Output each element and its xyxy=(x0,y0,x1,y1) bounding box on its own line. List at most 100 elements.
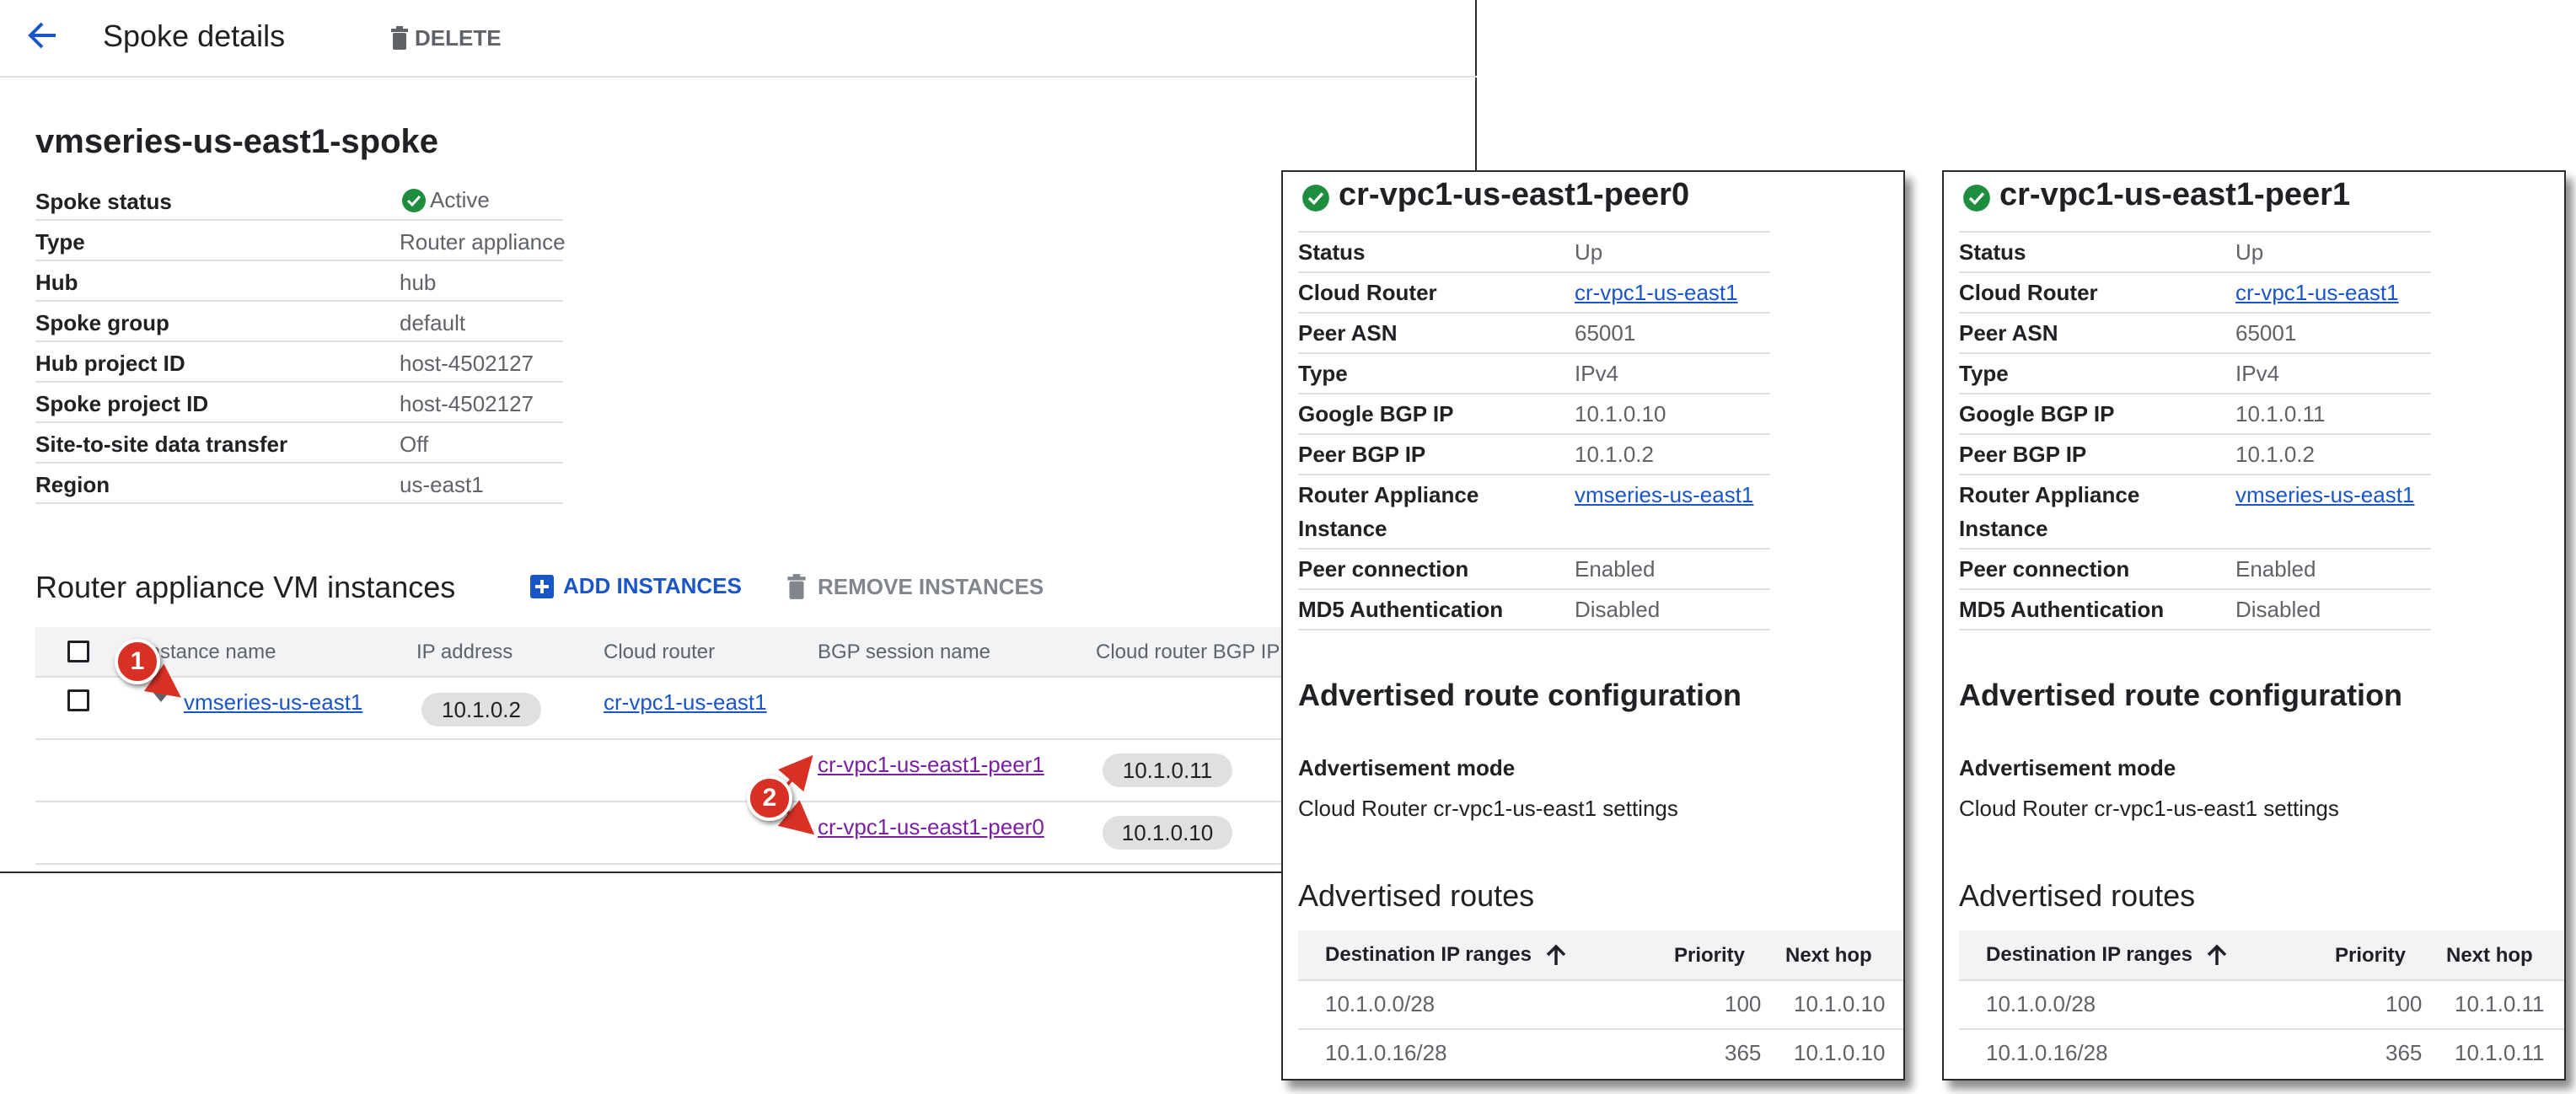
detail-value: Disabled xyxy=(2235,597,2321,622)
callout-badge-1: 1 xyxy=(115,639,160,684)
detail-label: MD5 Authentication xyxy=(1298,597,1504,622)
detail-label: Status xyxy=(1298,239,1366,265)
route-priority: 365 xyxy=(1725,1040,1762,1065)
check-circle-icon xyxy=(1302,185,1329,212)
route-range: 10.1.0.0/28 xyxy=(1325,991,1436,1016)
detail-value: 10.1.0.11 xyxy=(2235,401,2326,426)
detail-value: IPv4 xyxy=(1575,361,1619,386)
detail-value: 10.1.0.2 xyxy=(1575,442,1654,467)
detail-value: 65001 xyxy=(2235,320,2297,346)
callout-badge-2: 2 xyxy=(747,775,792,821)
peer-panel-peer0: cr-vpc1-us-east1-peer0 Status Up Cloud R… xyxy=(1281,170,1905,1081)
row-divider xyxy=(1298,352,1770,354)
spoke-details-panel: Spoke details DELETE vmseries-us-east1-s… xyxy=(0,0,1477,873)
row-divider xyxy=(1298,271,1770,273)
column-header[interactable]: Next hop xyxy=(1785,944,1872,968)
detail-value: Disabled xyxy=(1575,597,1661,622)
detail-value: IPv4 xyxy=(2235,361,2280,386)
row-divider xyxy=(1959,231,2431,233)
detail-label: Peer BGP IP xyxy=(1959,442,2087,467)
route-priority: 100 xyxy=(1725,991,1762,1016)
row-divider xyxy=(1959,588,2431,590)
detail-label: Type xyxy=(1959,361,2009,386)
check-circle-icon xyxy=(1963,185,1990,212)
route-next-hop: 10.1.0.11 xyxy=(2455,991,2545,1016)
row-divider xyxy=(1298,231,1770,233)
row-divider xyxy=(1959,393,2431,394)
row-divider xyxy=(1298,1028,1903,1030)
detail-label-line2: Instance xyxy=(1298,516,1387,541)
row-divider xyxy=(1959,433,2431,435)
row-divider xyxy=(1959,979,2564,981)
row-divider xyxy=(1959,474,2431,475)
detail-label: Peer connection xyxy=(1959,556,2130,582)
peer-title: cr-vpc1-us-east1-peer0 xyxy=(1339,177,1690,212)
advertised-routes-title: Advertised routes xyxy=(1959,878,2196,913)
advertised-routes-title: Advertised routes xyxy=(1298,878,1535,913)
sort-arrow-up-icon xyxy=(2207,944,2227,965)
advertisement-mode-label: Advertisement mode xyxy=(1298,755,1516,780)
column-header[interactable]: Priority xyxy=(2335,944,2406,968)
column-header-sortable[interactable]: Destination IP ranges xyxy=(1986,942,2230,968)
row-divider xyxy=(1298,393,1770,394)
router-appliance-link[interactable]: vmseries-us-east1 xyxy=(2235,482,2414,508)
route-next-hop: 10.1.0.11 xyxy=(2455,1040,2545,1065)
advertised-config-title: Advertised route configuration xyxy=(1959,678,2403,712)
route-priority: 100 xyxy=(2385,991,2423,1016)
row-divider xyxy=(1298,474,1770,475)
detail-value: Enabled xyxy=(2235,556,2316,582)
row-divider xyxy=(1959,548,2431,550)
row-divider xyxy=(1959,352,2431,354)
route-range: 10.1.0.16/28 xyxy=(1325,1040,1447,1065)
detail-label-line2: Instance xyxy=(1959,516,2048,541)
detail-label: Cloud Router xyxy=(1959,280,2098,305)
route-next-hop: 10.1.0.10 xyxy=(1794,991,1886,1016)
peer-title: cr-vpc1-us-east1-peer1 xyxy=(1999,177,2351,212)
column-header[interactable]: Priority xyxy=(1674,944,1745,968)
row-divider xyxy=(1298,433,1770,435)
detail-label: Peer ASN xyxy=(1959,320,2058,346)
column-header-sortable[interactable]: Destination IP ranges xyxy=(1325,942,1569,968)
detail-label: Status xyxy=(1959,239,2026,265)
cloud-router-link[interactable]: cr-vpc1-us-east1 xyxy=(1575,280,1738,306)
route-range: 10.1.0.16/28 xyxy=(1986,1040,2108,1065)
row-divider xyxy=(1298,588,1770,590)
row-divider xyxy=(1959,271,2431,273)
advertisement-mode-label: Advertisement mode xyxy=(1959,755,2176,780)
row-divider xyxy=(1298,548,1770,550)
row-divider xyxy=(1298,979,1903,981)
detail-label: Peer connection xyxy=(1298,556,1469,582)
route-next-hop: 10.1.0.10 xyxy=(1794,1040,1886,1065)
callout-arrows xyxy=(143,663,815,835)
cloud-router-link[interactable]: cr-vpc1-us-east1 xyxy=(2235,280,2399,306)
detail-value: Up xyxy=(2235,239,2264,265)
route-priority: 365 xyxy=(2385,1040,2423,1065)
peer-panel-peer1: cr-vpc1-us-east1-peer1 Status Up Cloud R… xyxy=(1942,170,2566,1081)
row-divider xyxy=(1298,629,1770,630)
detail-label: MD5 Authentication xyxy=(1959,597,2165,622)
column-header[interactable]: Next hop xyxy=(2446,944,2533,968)
detail-label: Cloud Router xyxy=(1298,280,1437,305)
row-divider xyxy=(1959,312,2431,314)
route-range: 10.1.0.0/28 xyxy=(1986,991,2096,1016)
detail-value: 65001 xyxy=(1575,320,1636,346)
row-divider xyxy=(1298,312,1770,314)
router-appliance-link[interactable]: vmseries-us-east1 xyxy=(1575,482,1753,508)
advertised-config-title: Advertised route configuration xyxy=(1298,678,1742,712)
detail-label: Router Appliance xyxy=(1298,482,1479,507)
detail-value: 10.1.0.10 xyxy=(1575,401,1666,426)
advertisement-mode-value: Cloud Router cr-vpc1-us-east1 settings xyxy=(1959,796,2339,821)
detail-value: Enabled xyxy=(1575,556,1656,582)
detail-label: Google BGP IP xyxy=(1298,401,1454,426)
detail-label: Type xyxy=(1298,361,1348,386)
row-divider xyxy=(1959,1028,2564,1030)
row-divider xyxy=(1959,629,2431,630)
detail-label: Peer ASN xyxy=(1298,320,1398,346)
detail-value: 10.1.0.2 xyxy=(2235,442,2315,467)
detail-label: Peer BGP IP xyxy=(1298,442,1426,467)
sort-arrow-up-icon xyxy=(1546,944,1566,965)
detail-label: Google BGP IP xyxy=(1959,401,2115,426)
detail-label: Router Appliance xyxy=(1959,482,2140,507)
advertisement-mode-value: Cloud Router cr-vpc1-us-east1 settings xyxy=(1298,796,1678,821)
detail-value: Up xyxy=(1575,239,1603,265)
